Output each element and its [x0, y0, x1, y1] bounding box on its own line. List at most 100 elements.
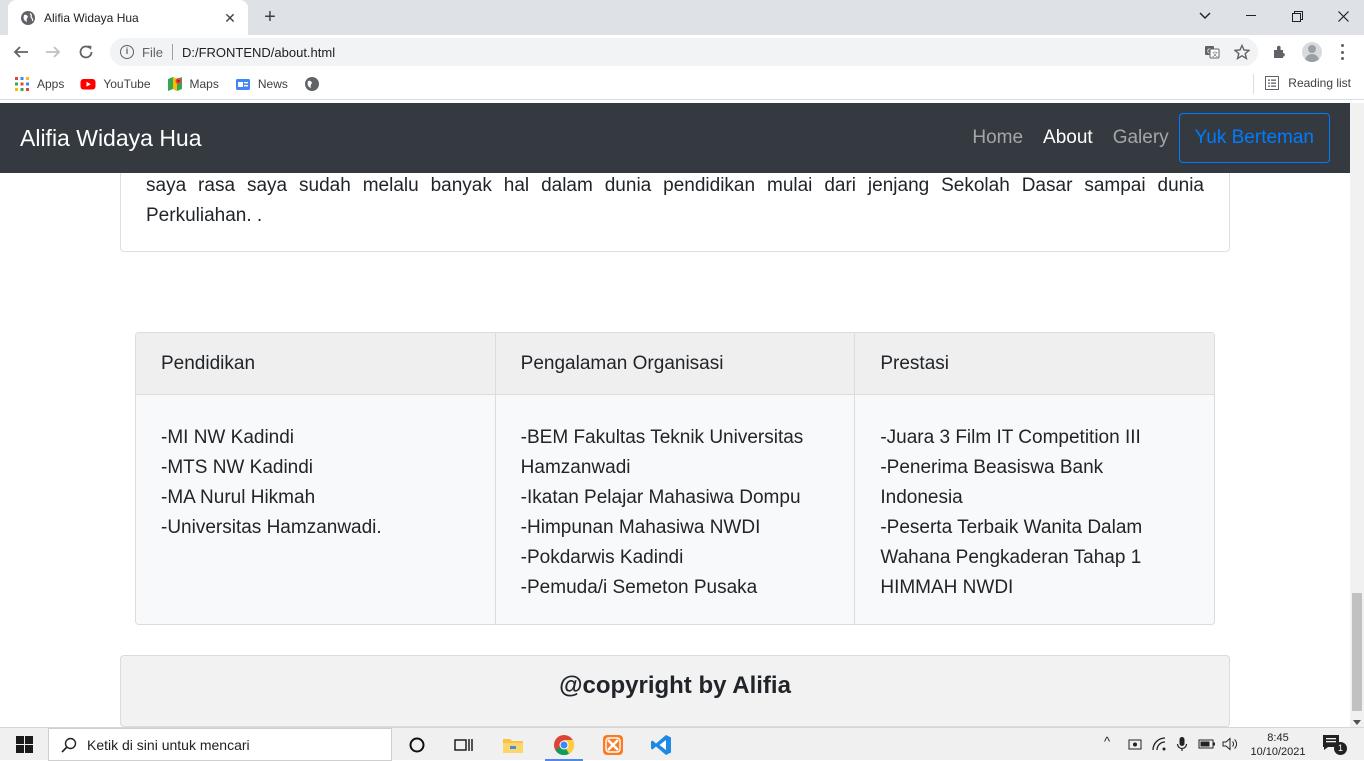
- bookmark-news[interactable]: News: [235, 76, 288, 92]
- url-scheme: File: [142, 44, 163, 60]
- bookmark-label: Maps: [189, 77, 219, 91]
- list-item: -Juara 3 Film IT Competition III: [880, 427, 1141, 448]
- apps-grid-icon: [15, 77, 29, 91]
- tab-title: Alifia Widaya Hua: [44, 10, 139, 25]
- new-tab-button[interactable]: +: [258, 6, 282, 30]
- scrollbar-thumb[interactable]: [1352, 593, 1362, 711]
- card-group: Pendidikan -MI NW Kadindi -MTS NW Kadind…: [135, 332, 1215, 625]
- bookmarks-divider: [1253, 74, 1255, 94]
- chrome-icon[interactable]: [545, 732, 583, 761]
- restore-icon[interactable]: [1274, 0, 1320, 32]
- news-icon: [235, 79, 250, 90]
- nav-link-home[interactable]: Home: [972, 127, 1023, 149]
- menu-kebab-icon[interactable]: [1341, 44, 1345, 60]
- address-bar[interactable]: i File D:/FRONTEND/about.html G 文: [110, 38, 1258, 66]
- maps-icon: [167, 77, 182, 91]
- list-item: -MI NW Kadindi: [161, 427, 295, 448]
- list-item: -Pokdarwis Kadindi: [520, 547, 684, 568]
- list-item: -MTS NW Kadindi: [161, 457, 314, 478]
- bookmark-star-icon[interactable]: [1234, 44, 1250, 60]
- notification-count-badge: 1: [1334, 742, 1347, 755]
- browser-toolbar: i File D:/FRONTEND/about.html G 文: [0, 35, 1364, 69]
- vscode-icon[interactable]: [648, 732, 674, 758]
- url-text[interactable]: D:/FRONTEND/about.html: [182, 45, 335, 60]
- taskbar-search-box[interactable]: Ketik di sini untuk mencari: [48, 728, 392, 761]
- reading-list-button[interactable]: Reading list: [1253, 74, 1351, 94]
- yuk-berteman-button[interactable]: Yuk Berteman: [1178, 113, 1330, 163]
- list-item: -Himpunan Mahasiwa NWDI: [520, 517, 761, 538]
- microphone-icon[interactable]: [1176, 736, 1188, 752]
- minimize-icon[interactable]: [1228, 0, 1274, 32]
- browser-tab[interactable]: Alifia Widaya Hua ✕: [8, 0, 248, 35]
- browser-tab-strip: Alifia Widaya Hua ✕ +: [0, 0, 1364, 35]
- bookmark-label: News: [257, 77, 288, 91]
- page-footer: @copyright by Alifia: [120, 655, 1230, 727]
- xampp-icon[interactable]: [600, 732, 626, 758]
- bookmark-apps[interactable]: Apps: [14, 76, 64, 92]
- bookmark-globe[interactable]: [304, 76, 327, 92]
- site-brand[interactable]: Alifia Widaya Hua: [20, 125, 952, 152]
- url-divider: [171, 44, 173, 60]
- bookmark-maps[interactable]: Maps: [167, 76, 219, 92]
- list-item: -Peserta Terbaik Wanita Dalam Wahana Pen…: [880, 517, 1143, 598]
- card-header: Pendidikan: [136, 333, 495, 395]
- list-item: -Pemuda/i Semeton Pusaka: [520, 577, 758, 598]
- globe-icon: [304, 77, 319, 91]
- tab-search-icon[interactable]: [1182, 0, 1228, 32]
- list-item: -BEM Fakultas Teknik Universitas Hamzanw…: [520, 427, 804, 478]
- battery-icon[interactable]: [1198, 738, 1216, 750]
- nav-link-about[interactable]: About: [1043, 127, 1093, 149]
- reading-list-icon: [1265, 76, 1280, 90]
- reading-list-label: Reading list: [1288, 76, 1351, 90]
- card-body: -Juara 3 Film IT Competition III -Peneri…: [855, 395, 1214, 603]
- wifi-icon[interactable]: [1152, 737, 1167, 751]
- bookmarks-bar: Apps YouTube Maps News Reading list: [0, 69, 1364, 100]
- profile-avatar[interactable]: [1302, 42, 1322, 62]
- forward-icon[interactable]: [41, 40, 65, 64]
- scroll-down-arrow-icon[interactable]: [1353, 720, 1361, 725]
- nav-link-galery[interactable]: Galery: [1113, 127, 1169, 149]
- file-explorer-icon[interactable]: [500, 732, 526, 758]
- search-icon: [61, 737, 77, 753]
- search-placeholder: Ketik di sini untuk mencari: [87, 736, 250, 753]
- system-clock[interactable]: 8:45 10/10/2021: [1250, 731, 1306, 759]
- copyright-text: @copyright by Alifia: [559, 672, 791, 699]
- close-tab-icon[interactable]: ✕: [222, 10, 238, 26]
- windows-start-icon[interactable]: [0, 728, 48, 761]
- reload-icon[interactable]: [74, 40, 98, 64]
- bookmark-label: YouTube: [103, 77, 151, 91]
- meet-now-icon[interactable]: [1128, 737, 1142, 751]
- list-item: -Universitas Hamzanwadi.: [161, 517, 382, 538]
- extensions-icon[interactable]: [1272, 44, 1288, 60]
- about-text: saya rasa saya sudah melalu banyak hal d…: [146, 175, 1204, 226]
- info-icon[interactable]: i: [120, 45, 134, 59]
- windows-taskbar: Ketik di sini untuk mencari ^ 8:45 10/10…: [0, 727, 1364, 761]
- task-view-icon[interactable]: [451, 732, 477, 758]
- list-item: -Penerima Beasiswa Bank Indonesia: [880, 457, 1104, 508]
- list-item: -MA Nurul Hikmah: [161, 487, 316, 508]
- youtube-icon: [80, 79, 96, 90]
- bookmark-youtube[interactable]: YouTube: [80, 76, 151, 92]
- site-navbar: Alifia Widaya Hua Home About Galery Yuk …: [0, 103, 1350, 173]
- bookmark-label: Apps: [37, 77, 65, 91]
- globe-icon: [21, 10, 35, 25]
- card-pendidikan: Pendidikan -MI NW Kadindi -MTS NW Kadind…: [136, 333, 496, 624]
- show-hidden-icons[interactable]: ^: [1104, 734, 1110, 749]
- translate-icon[interactable]: G 文: [1204, 44, 1220, 60]
- svg-text:文: 文: [1212, 51, 1218, 59]
- close-window-icon[interactable]: [1320, 0, 1364, 32]
- notification-center-icon[interactable]: 1: [1322, 734, 1347, 756]
- card-header: Pengalaman Organisasi: [495, 333, 855, 395]
- back-icon[interactable]: [9, 40, 33, 64]
- card-pengalaman-organisasi: Pengalaman Organisasi -BEM Fakultas Tekn…: [495, 333, 856, 624]
- page-viewport: Alifia Widaya Hua Home About Galery Yuk …: [0, 103, 1364, 727]
- cortana-icon[interactable]: [404, 732, 430, 758]
- clock-date: 10/10/2021: [1250, 746, 1306, 758]
- card-header: Prestasi: [855, 333, 1214, 395]
- volume-icon[interactable]: [1222, 737, 1238, 751]
- card-body: -BEM Fakultas Teknik Universitas Hamzanw…: [496, 395, 855, 603]
- card-prestasi: Prestasi -Juara 3 Film IT Competition II…: [855, 333, 1214, 624]
- vertical-scrollbar[interactable]: [1350, 103, 1364, 727]
- card-body: -MI NW Kadindi -MTS NW Kadindi -MA Nurul…: [136, 395, 495, 543]
- list-item: -Ikatan Pelajar Mahasiwa Dompu: [520, 487, 801, 508]
